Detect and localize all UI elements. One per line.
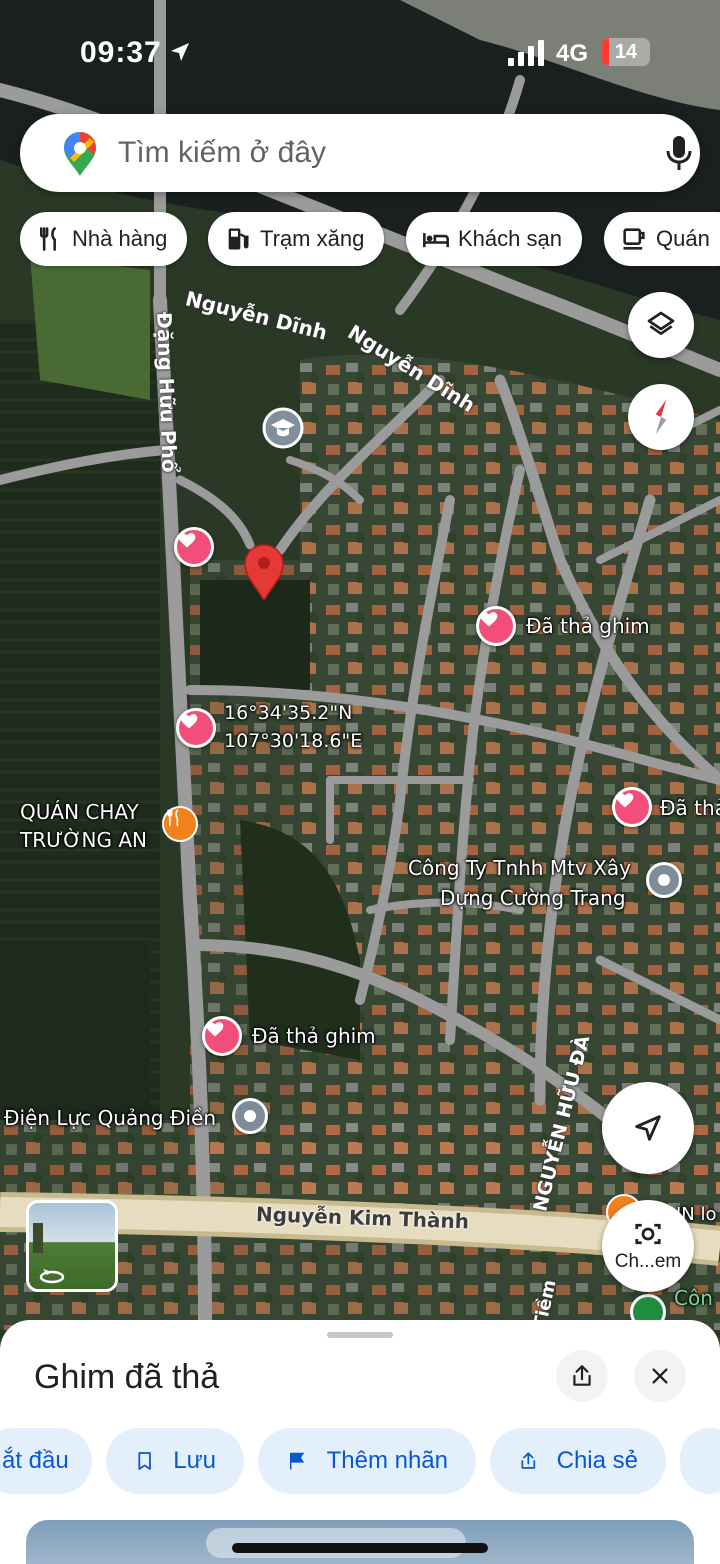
lens-label: Ch...em [614, 1251, 682, 1272]
close-button[interactable] [634, 1350, 686, 1402]
saved-pin-heart[interactable] [174, 527, 214, 567]
fork-knife-icon [167, 809, 179, 827]
share-icon [521, 1452, 536, 1469]
signal-bars-icon [508, 40, 544, 66]
action-label: Lưu [173, 1447, 216, 1474]
my-location-button[interactable] [602, 1082, 694, 1174]
street-view-rotate-icon [39, 1269, 65, 1284]
search-placeholder: Tìm kiếm ở đây [118, 136, 327, 169]
heart-icon [178, 533, 196, 548]
place-label-company: Công Ty Tnhh Mtv Xây [408, 856, 631, 880]
action-label: ắt đầu [2, 1447, 69, 1474]
camera-lens-icon [635, 1223, 661, 1245]
battery-level: 14 [614, 41, 638, 63]
action-label: Thêm nhãn [326, 1447, 448, 1474]
battery-icon: 14 [602, 38, 650, 66]
heart-icon [180, 714, 198, 729]
chip-label: Khách sạn [458, 226, 562, 251]
fork-knife-icon [39, 227, 56, 251]
compass-button[interactable] [628, 384, 694, 450]
street-view-thumbnail[interactable] [26, 1200, 118, 1292]
search-bar[interactable]: Tìm kiếm ở đây [20, 114, 700, 192]
download-button[interactable] [680, 1428, 720, 1494]
saved-pin-label-partial: Đã thả [660, 796, 720, 820]
chip-hotels[interactable]: Khách sạn [406, 212, 582, 266]
coffee-cup-icon [623, 228, 645, 250]
school-marker [262, 407, 304, 449]
restaurant-marker[interactable] [162, 806, 198, 842]
flag-icon [290, 1452, 305, 1470]
close-icon [652, 1368, 668, 1384]
action-label: Chia sẻ [556, 1447, 638, 1474]
business-marker[interactable] [646, 862, 682, 898]
place-sheet[interactable]: Ghim đã thả ắt đầu Lưu Thêm nhãn Chia sẻ [0, 1320, 720, 1564]
bed-icon [423, 233, 449, 248]
network-type: 4G [556, 40, 589, 67]
add-label-button[interactable]: Thêm nhãn [258, 1428, 476, 1494]
coordinates-lng: 107°30'18.6"E [224, 730, 363, 752]
location-arrow-icon [171, 43, 189, 61]
coordinates-lat: 16°34'35.2"N [224, 702, 353, 724]
lens-button[interactable]: Ch...em [602, 1200, 694, 1292]
tree-shape [33, 1223, 43, 1253]
chip-cafes[interactable]: Quán [604, 212, 720, 266]
microphone-icon[interactable] [664, 134, 694, 172]
saved-pin-heart[interactable] [612, 787, 652, 827]
place-label-quan-chay-2: TRƯỜNG AN [20, 828, 147, 852]
sheet-drag-handle[interactable] [327, 1332, 393, 1338]
saved-pin-heart[interactable] [202, 1016, 242, 1056]
bookmark-icon [138, 1452, 151, 1470]
sheet-title: Ghim đã thả [34, 1358, 220, 1396]
chip-label: Quán [656, 226, 710, 251]
layers-icon [647, 311, 675, 335]
home-indicator[interactable] [232, 1543, 488, 1553]
start-button[interactable]: ắt đầu [0, 1428, 92, 1494]
layers-button[interactable] [628, 292, 694, 358]
chip-label: Trạm xăng [260, 226, 365, 251]
saved-pin-heart[interactable] [476, 606, 516, 646]
chip-gas-stations[interactable]: Trạm xăng [208, 212, 385, 266]
place-label-company-2: Dựng Cường Trang [440, 886, 626, 910]
heart-icon [616, 793, 634, 808]
gas-station-icon [228, 228, 249, 250]
status-bar: 09:37 4G 14 [0, 0, 720, 100]
saved-pin-heart[interactable] [176, 708, 216, 748]
compass-icon [655, 399, 667, 435]
share-icon-button[interactable] [556, 1350, 608, 1402]
share-button[interactable]: Chia sẻ [490, 1428, 666, 1494]
chip-restaurants[interactable]: Nhà hàng [20, 212, 188, 266]
heart-icon [206, 1022, 224, 1037]
chip-label: Nhà hàng [72, 226, 168, 251]
saved-pin-label: Đã thả ghim [252, 1024, 376, 1048]
save-button[interactable]: Lưu [106, 1428, 244, 1494]
share-icon [573, 1365, 591, 1386]
saved-pin-label: Đã thả ghim [526, 614, 650, 638]
place-photo-preview[interactable] [26, 1520, 694, 1564]
place-label-con-partial: Côn [674, 1286, 713, 1310]
navigation-arrow-icon [635, 1115, 661, 1141]
status-time: 09:37 [80, 36, 162, 69]
google-maps-logo-icon [64, 132, 96, 176]
heart-icon [480, 612, 498, 627]
place-label-quan-chay: QUÁN CHAY [20, 800, 139, 824]
business-marker[interactable] [232, 1098, 268, 1134]
place-label-dien-luc: Điện Lực Quảng Điền [4, 1106, 217, 1130]
